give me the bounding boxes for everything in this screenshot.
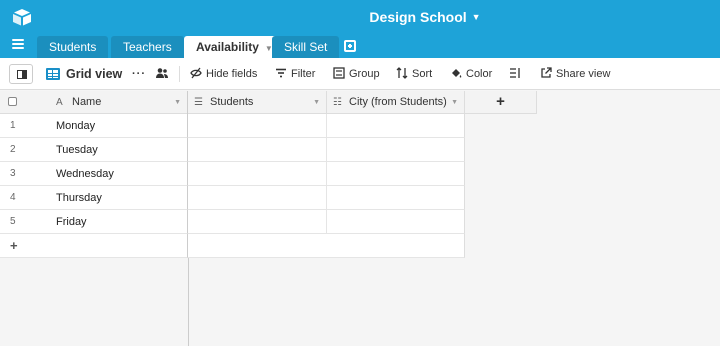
- group-icon: [333, 67, 345, 79]
- column-label: Name: [72, 96, 102, 108]
- chevron-down-icon[interactable]: ▼: [451, 91, 458, 114]
- select-all-checkbox[interactable]: [8, 97, 17, 106]
- city-cell[interactable]: [327, 114, 465, 138]
- column-header-students[interactable]: ☰ Students ▼: [188, 91, 327, 114]
- grid-header: A Name ▼ ☰ Students ▼ ☷ City (from Students…: [0, 91, 465, 114]
- collaborators-icon[interactable]: [155, 58, 169, 90]
- students-cell[interactable]: [188, 210, 327, 234]
- row-number: 5: [10, 216, 16, 227]
- primary-cell[interactable]: 3 Wednesday: [0, 162, 188, 186]
- column-header-name: A Name: [56, 91, 101, 114]
- paint-bucket-icon: [452, 69, 462, 78]
- link-field-icon: ☰: [194, 97, 203, 108]
- filter-button[interactable]: Filter: [275, 58, 315, 90]
- name-value: Tuesday: [56, 144, 98, 156]
- primary-cell[interactable]: 2 Tuesday: [0, 138, 188, 162]
- sidebar-toggle-button[interactable]: [9, 64, 33, 84]
- grid-view-icon: [46, 68, 60, 80]
- chevron-down-icon[interactable]: ▼: [313, 91, 320, 114]
- group-button[interactable]: Group: [333, 58, 380, 90]
- column-label: Students: [210, 96, 254, 108]
- eye-slash-icon: [190, 67, 202, 79]
- app-header: Design School ▼: [0, 0, 720, 34]
- column-header-city[interactable]: ☷ City (from Students) ▼: [327, 91, 465, 114]
- name-value: Thursday: [56, 192, 102, 204]
- name-value: Friday: [56, 216, 87, 228]
- grid-view: A Name ▼ ☰ Students ▼ ☷ City (from Students…: [0, 91, 720, 346]
- primary-cell[interactable]: 1 Monday: [0, 114, 188, 138]
- tab-label: Skill Set: [284, 40, 328, 54]
- primary-cell[interactable]: 4 Thursday: [0, 186, 188, 210]
- view-toolbar: Grid view ··· Hide fields Filter Group S…: [0, 58, 720, 90]
- share-view-button[interactable]: Share view: [540, 58, 610, 90]
- lookup-field-icon: ☷: [333, 97, 342, 108]
- sort-button[interactable]: Sort: [396, 58, 432, 90]
- group-label: Group: [349, 68, 380, 80]
- row-number: 3: [10, 168, 16, 179]
- sort-label: Sort: [412, 68, 433, 80]
- students-cell[interactable]: [188, 114, 327, 138]
- add-field-label: +: [496, 93, 505, 110]
- base-title-text: Design School: [369, 9, 467, 25]
- city-cell[interactable]: [327, 210, 465, 234]
- row-number: 2: [10, 144, 16, 155]
- add-table-icon[interactable]: [344, 40, 356, 52]
- row-height-icon[interactable]: [509, 58, 521, 90]
- share-icon: [541, 67, 552, 78]
- view-switcher[interactable]: Grid view: [46, 58, 122, 90]
- table-tabs: Students Teachers Availability ▼ Skill Se…: [0, 34, 720, 58]
- sort-icon: [396, 67, 408, 79]
- frozen-column-divider: [188, 258, 189, 346]
- chevron-down-icon[interactable]: ▼: [174, 91, 181, 114]
- name-value: Wednesday: [56, 168, 114, 180]
- header-primary-column[interactable]: A Name ▼: [0, 91, 188, 114]
- add-record-icon: +: [10, 238, 18, 253]
- tab-teachers[interactable]: Teachers: [111, 36, 184, 58]
- tab-skill-set[interactable]: Skill Set: [272, 36, 340, 58]
- column-label: City (from Students): [349, 96, 447, 108]
- add-record-cell[interactable]: +: [0, 234, 188, 258]
- students-cell[interactable]: [188, 186, 327, 210]
- students-cell[interactable]: [188, 162, 327, 186]
- tab-label: Availability: [196, 40, 259, 54]
- view-name: Grid view: [66, 67, 123, 81]
- filter-icon: [276, 68, 286, 78]
- add-field-button[interactable]: +: [465, 91, 537, 114]
- primary-cell[interactable]: 5 Friday: [0, 210, 188, 234]
- color-button[interactable]: Color: [450, 58, 492, 90]
- text-field-icon: A: [56, 97, 63, 108]
- name-value: Monday: [56, 120, 96, 132]
- row-number: 4: [10, 192, 16, 203]
- hide-fields-button[interactable]: Hide fields: [190, 58, 257, 90]
- tab-availability[interactable]: Availability ▼: [184, 36, 285, 58]
- color-label: Color: [466, 68, 493, 80]
- students-cell[interactable]: [188, 138, 327, 162]
- tab-label: Students: [49, 40, 97, 54]
- chevron-down-icon: ▼: [471, 12, 481, 22]
- share-view-label: Share view: [556, 68, 611, 80]
- add-record-filler[interactable]: [188, 234, 465, 258]
- row-number: 1: [10, 120, 16, 131]
- city-cell[interactable]: [327, 138, 465, 162]
- city-cell[interactable]: [327, 162, 465, 186]
- toolbar-divider: [179, 66, 180, 82]
- tab-students[interactable]: Students: [37, 36, 109, 58]
- hamburger-menu-icon[interactable]: [12, 39, 24, 51]
- hide-fields-label: Hide fields: [206, 68, 258, 80]
- tab-label: Teachers: [123, 40, 172, 54]
- base-title[interactable]: Design School ▼: [0, 0, 720, 34]
- city-cell[interactable]: [327, 186, 465, 210]
- filter-label: Filter: [291, 68, 316, 80]
- more-options-icon[interactable]: ···: [132, 58, 146, 90]
